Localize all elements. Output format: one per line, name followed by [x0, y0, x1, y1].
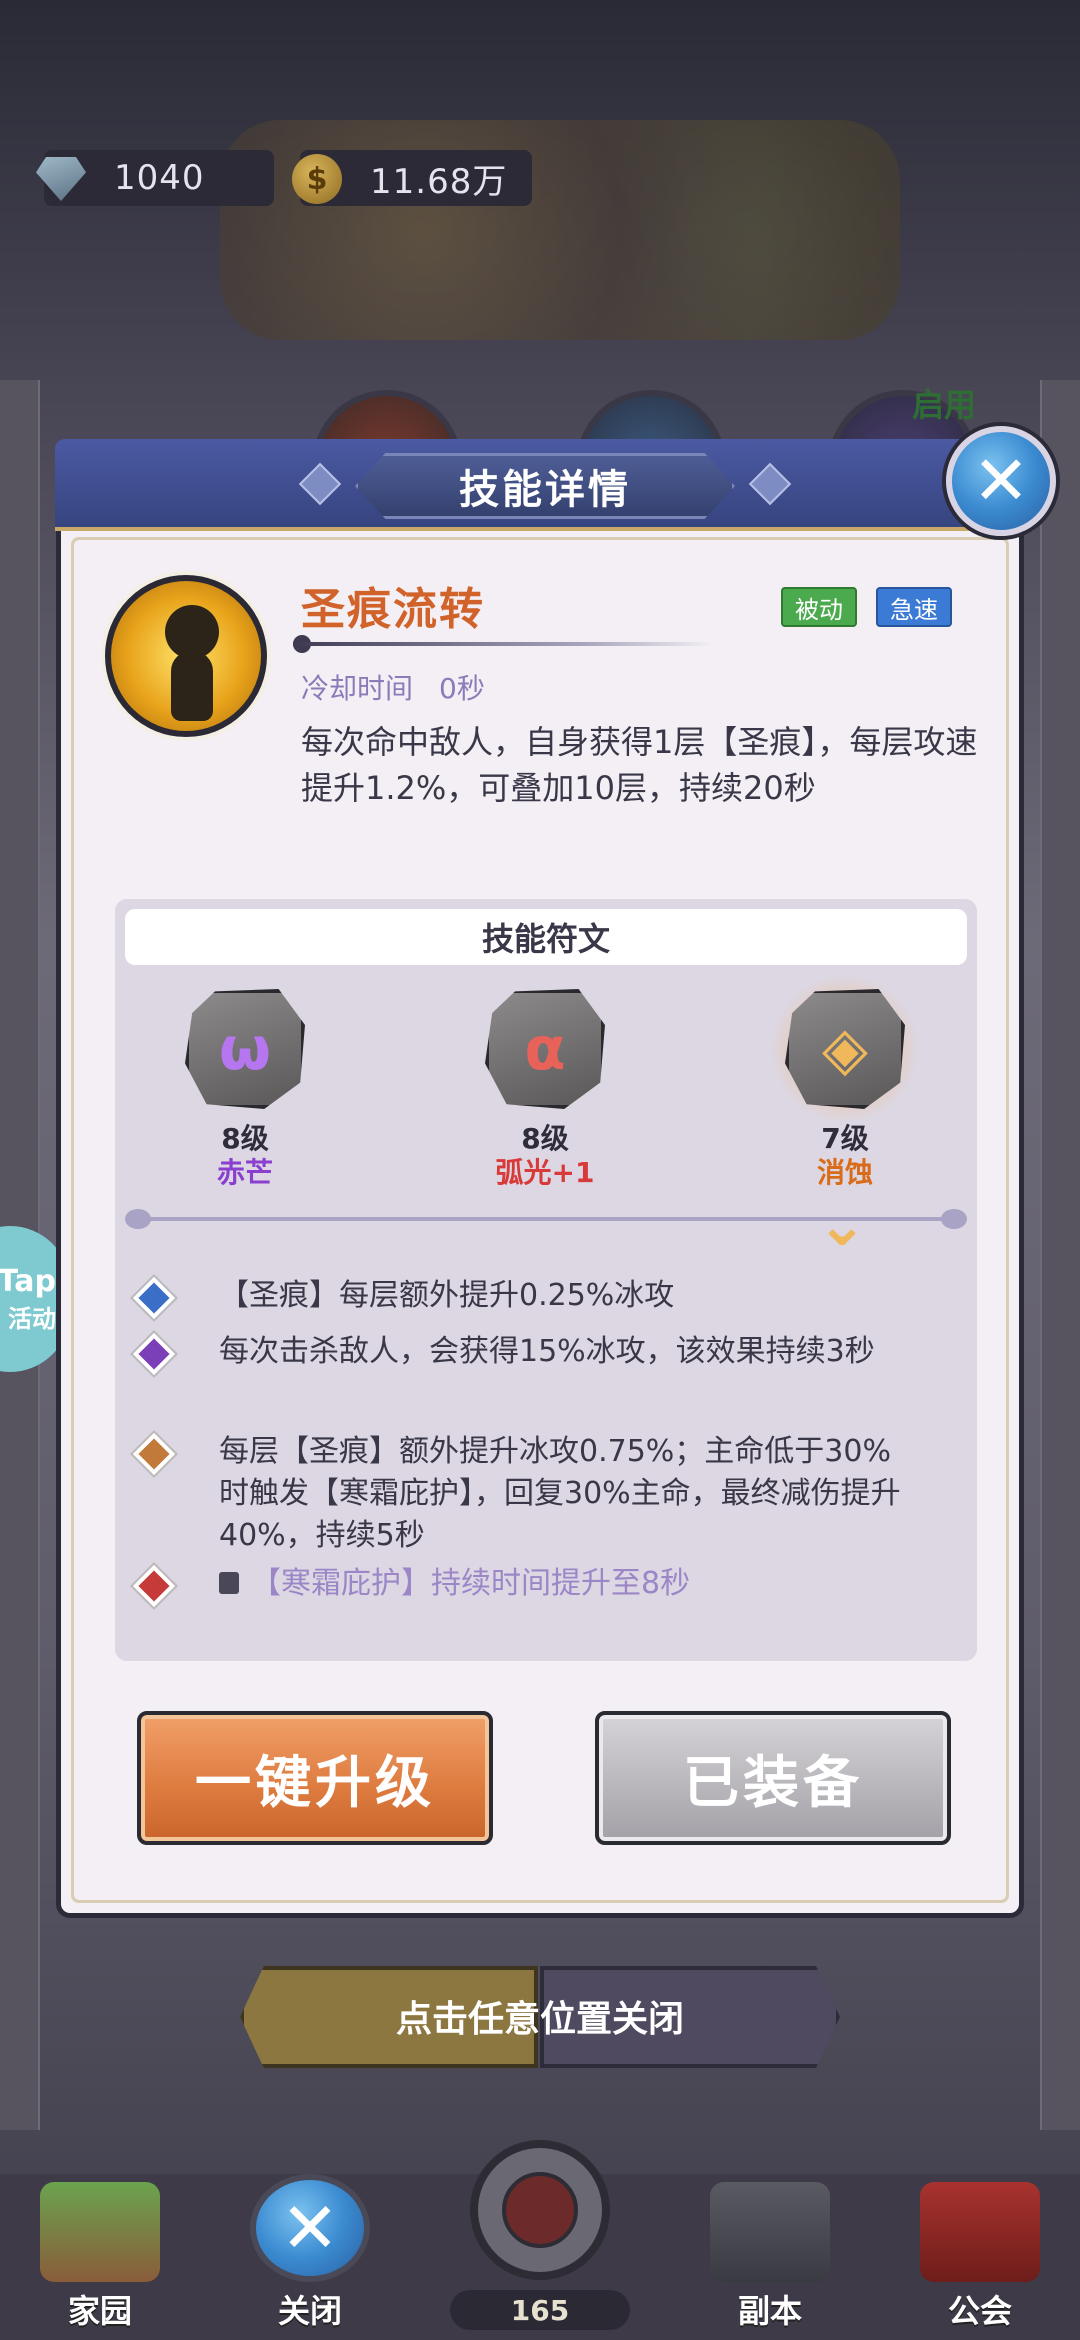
nav-dungeon-label: 副本: [737, 2292, 802, 2330]
rune-glyph-icon: ω: [218, 1014, 272, 1084]
gem-icon: [30, 148, 92, 210]
rune-name: 消蚀: [816, 1156, 873, 1189]
cooldown-row: 冷却时间 0秒: [301, 667, 485, 707]
tap-anywhere-close-hint[interactable]: 点击任意位置关闭: [0, 1990, 1080, 2042]
nav-home-label: 家园: [67, 2292, 132, 2330]
nav-guild-label: 公会: [947, 2292, 1012, 2330]
nav-close-label: 关闭: [277, 2292, 342, 2330]
skill-description: 每次命中敌人，自身获得1层【圣痕】，每层攻速提升1.2%，可叠加10层，持续20…: [301, 723, 978, 807]
rune-name: 赤芒: [216, 1156, 273, 1189]
lock-icon: [219, 1571, 239, 1594]
passive-tag: 被动: [781, 587, 857, 627]
dialog-header: 技能详情: [55, 439, 1033, 531]
close-dialog-button[interactable]: ✕: [946, 426, 1056, 536]
chevron-down-icon: ⌄: [816, 1190, 868, 1260]
enable-label: 启用: [912, 386, 977, 424]
rune-slot-3[interactable]: ◈: [771, 975, 919, 1123]
skill-detail-dialog: 技能详情 圣痕流转 被动 急速 冷却时间 0秒 每次命中敌人，自身获得1层【圣痕】…: [55, 439, 1033, 1918]
rune-effect-text: 【圣痕】每层额外提升0.25%冰攻: [219, 1278, 675, 1313]
header-plate: 技能详情: [355, 453, 735, 519]
rune-slot-1[interactable]: ω: [185, 989, 305, 1109]
rune-effect-text: 每次击杀敌人，会获得15%冰攻，该效果持续3秒: [219, 1334, 875, 1369]
rune-glyph-icon: α: [524, 1014, 566, 1084]
rune-panel: 技能符文 ω 8级 赤芒 α 8级 弧光+1 ◈ 7级 消蚀 ⌄ 【圣痕】每层额…: [115, 899, 977, 1661]
eye-icon: [502, 2172, 578, 2248]
nav-dungeon[interactable]: 副本: [670, 2174, 870, 2340]
rune-panel-title: 技能符文: [125, 909, 967, 965]
activity-label: 活动: [8, 1305, 56, 1333]
diamond-bullet-icon: [132, 1276, 176, 1320]
rune-effect-row: 每次击杀敌人，会获得15%冰攻，该效果持续3秒: [131, 1331, 919, 1376]
gold-counter[interactable]: $ 11.68万: [292, 150, 532, 206]
one-click-upgrade-button[interactable]: 一键升级: [137, 1711, 493, 1845]
close-icon: ✕: [972, 441, 1030, 521]
tap-label: Tap: [0, 1264, 56, 1299]
cooldown-value: 0秒: [439, 672, 485, 705]
stage-counter: 165: [450, 2290, 630, 2330]
nav-center-battle[interactable]: 165: [430, 2130, 650, 2340]
equipped-button[interactable]: 已装备: [595, 1711, 951, 1845]
rune-effect-text: 每层【圣痕】额外提升冰攻0.75%；主命低于30%时触发【寒霜庇护】，回复30%…: [219, 1434, 901, 1553]
rune-effect-row: 【寒霜庇护】持续时间提升至8秒: [131, 1563, 919, 1608]
nav-close[interactable]: ✕ 关闭: [210, 2174, 410, 2340]
skill-portrait-icon: [105, 575, 267, 737]
header-diamond-icon: [748, 462, 792, 506]
nav-guild[interactable]: 公会: [880, 2174, 1080, 2340]
coin-icon: $: [286, 148, 348, 210]
rune-effect-text: 【寒霜庇护】持续时间提升至8秒: [251, 1566, 691, 1601]
haste-tag: 急速: [876, 587, 952, 627]
dungeon-helmet-icon: [710, 2182, 830, 2282]
rune-effect-row: 每层【圣痕】额外提升冰攻0.75%；主命低于30%时触发【寒霜庇护】，回复30%…: [131, 1431, 919, 1557]
rune-name: 弧光+1: [495, 1156, 595, 1189]
skill-divider: [293, 642, 713, 646]
cooldown-label: 冷却时间: [301, 672, 414, 705]
close-icon: ✕: [250, 2174, 370, 2282]
skill-name: 圣痕流转: [301, 584, 485, 635]
home-icon: [40, 2182, 160, 2282]
background-frame-right: [1040, 380, 1080, 2130]
rune-glyph-icon: ◈: [821, 1014, 869, 1084]
diamond-bullet-icon: [132, 1564, 176, 1608]
diamond-bullet-icon: [132, 1332, 176, 1376]
diamond-bullet-icon: [132, 1432, 176, 1476]
rune-effect-row: 【圣痕】每层额外提升0.25%冰攻: [131, 1275, 919, 1320]
header-diamond-icon: [298, 462, 342, 506]
guild-banner-icon: [920, 2182, 1040, 2282]
rune-effect-locked: 【寒霜庇护】持续时间提升至8秒: [219, 1563, 919, 1605]
gem-counter[interactable]: 1040: [36, 150, 274, 206]
nav-home[interactable]: 家园: [0, 2174, 200, 2340]
divider-end: [941, 1209, 967, 1229]
rune-slot-2[interactable]: α: [485, 989, 605, 1109]
dialog-title: 技能详情: [459, 467, 631, 513]
